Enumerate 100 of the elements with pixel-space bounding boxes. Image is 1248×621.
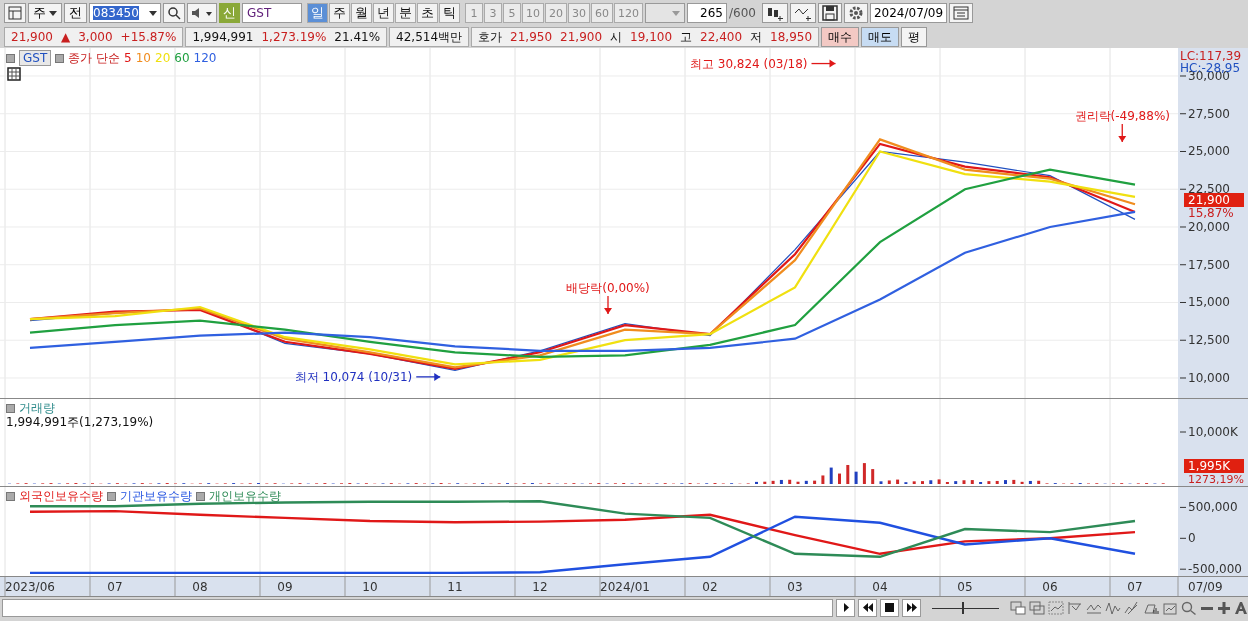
volume-summary: 1,994,991주(1,273,19%) <box>6 415 154 429</box>
quote-value: ▲ <box>61 30 71 44</box>
period-tab[interactable]: 초 <box>417 3 438 23</box>
date-field[interactable]: 2024/07/09 <box>869 3 948 23</box>
chart-annotation: 배당락(0,00%) <box>566 281 650 296</box>
legend-item: 120 <box>193 51 217 65</box>
legend-label: 거래량 <box>19 401 55 415</box>
count-field[interactable]: 265 <box>687 3 727 23</box>
code-field[interactable]: 083450 <box>89 3 161 23</box>
axis-label: 07 <box>1127 580 1143 594</box>
quote-value: 21,900 <box>11 30 53 44</box>
period-tab[interactable]: 분 <box>395 3 416 23</box>
quote-value: 3,000 <box>78 30 113 44</box>
axis-label: 06 <box>1042 580 1058 594</box>
table-icon[interactable] <box>7 67 21 81</box>
caret-icon <box>49 10 57 16</box>
speaker-icon[interactable] <box>187 3 217 23</box>
period-tab[interactable]: 틱 <box>439 3 460 23</box>
axis-label: 09 <box>277 580 293 594</box>
annotation-arrow <box>1118 123 1127 143</box>
annotation-arrow <box>810 59 837 68</box>
chart-annotation: 최저 10,074 (10/31) <box>294 369 413 384</box>
last-volume-badge: 1,995K <box>1184 459 1244 473</box>
trend-icon[interactable] <box>1067 600 1083 615</box>
rewind-button[interactable] <box>858 598 878 617</box>
play-button[interactable] <box>836 598 856 617</box>
toggle-icon[interactable] <box>107 491 116 501</box>
quote-value: 1,273.19% <box>261 30 327 44</box>
chart-icon[interactable] <box>1048 600 1064 615</box>
quote-value: 18,950 <box>770 30 813 44</box>
zoom-in-icon[interactable] <box>1217 600 1231 615</box>
legend-item: 20 <box>155 51 171 65</box>
order-button[interactable]: 평 <box>901 27 928 47</box>
legend-item: 기관보유수량 <box>120 489 192 503</box>
calendar-icon[interactable] <box>949 3 974 23</box>
quote-value: 고 <box>680 28 693 46</box>
rewind-icon <box>862 603 873 612</box>
toggle-icon[interactable] <box>6 491 15 501</box>
quote-value: 21,900 <box>560 30 603 44</box>
period-tab[interactable]: 월 <box>351 3 372 23</box>
axis-label: 25,000 <box>1188 144 1230 159</box>
legend-item: 개인보유수량 <box>209 489 281 503</box>
stop-button[interactable] <box>880 598 900 617</box>
candle-add-icon[interactable] <box>761 3 788 23</box>
chart-icon[interactable] <box>1162 600 1178 615</box>
toggle-icon[interactable] <box>6 403 15 413</box>
legend-item: 10 <box>135 51 151 65</box>
save-icon[interactable] <box>817 3 842 23</box>
annotation-arrow <box>604 295 612 315</box>
font-icon[interactable] <box>1234 600 1248 615</box>
series-tag[interactable]: GST <box>19 50 52 66</box>
interval-dropdown[interactable] <box>645 3 685 23</box>
toggle-icon[interactable] <box>55 53 65 63</box>
lc-label: LC:117,39 <box>1180 49 1242 63</box>
legend-item: 5 <box>124 51 132 65</box>
fast-forward-icon <box>906 603 917 612</box>
axis-label: 05 <box>957 580 973 594</box>
quote-value: 저 <box>750 28 763 46</box>
market-dropdown[interactable]: 주 <box>28 3 62 23</box>
axis-label: 2023/06 <box>5 580 55 594</box>
quote-value: +15.87% <box>120 30 177 44</box>
chart-annotation: 권리락(-49,88%) <box>1074 108 1170 123</box>
scope-button[interactable]: 전 <box>64 3 87 23</box>
toggle-icon[interactable] <box>196 491 205 501</box>
axis-label: 12 <box>532 580 548 594</box>
quote-value: 1,994,991 <box>192 30 254 44</box>
axis-label: 11 <box>447 580 463 594</box>
window-icon[interactable] <box>1010 600 1026 615</box>
legend-item: 60 <box>174 51 190 65</box>
axis-label: 27,500 <box>1188 106 1230 121</box>
axis-label: 03 <box>787 580 803 594</box>
order-button[interactable]: 매도 <box>861 27 900 47</box>
quote-value: 19,100 <box>630 30 673 44</box>
axis-label: 02 <box>702 580 718 594</box>
axis-label: -500,000 <box>1188 562 1242 576</box>
panel-icon[interactable] <box>4 3 26 23</box>
chart-annotation: 최고 30,824 (03/18) <box>689 56 808 71</box>
settings-icon[interactable] <box>843 3 868 23</box>
axis-label: 10,000 <box>1188 371 1230 385</box>
name-field[interactable]: GST <box>242 3 302 23</box>
count-max: /600 <box>729 6 756 20</box>
period-tab[interactable]: 년 <box>373 3 394 23</box>
volume-change: 1273,19% <box>1188 473 1244 486</box>
toggle-icon[interactable] <box>6 53 15 63</box>
quote-value: 호가 <box>478 28 503 46</box>
axis-label: 0 <box>1188 531 1196 546</box>
zoom-slider[interactable] <box>932 599 999 616</box>
period-tab[interactable]: 주 <box>329 3 350 23</box>
axis-label: 20,000 <box>1188 220 1230 234</box>
order-button[interactable]: 매수 <box>821 27 860 47</box>
quote-value: 시 <box>610 28 623 46</box>
scroll-track[interactable] <box>2 598 833 617</box>
line-add-icon[interactable] <box>789 3 816 23</box>
axis-label: 04 <box>872 580 888 594</box>
search-icon[interactable] <box>163 3 185 23</box>
wave-icon[interactable] <box>1105 600 1121 615</box>
fast-forward-button[interactable] <box>902 598 922 617</box>
axis-label: 12,500 <box>1188 333 1230 348</box>
window-icon[interactable] <box>1029 600 1045 615</box>
wave-icon[interactable] <box>1124 600 1140 615</box>
